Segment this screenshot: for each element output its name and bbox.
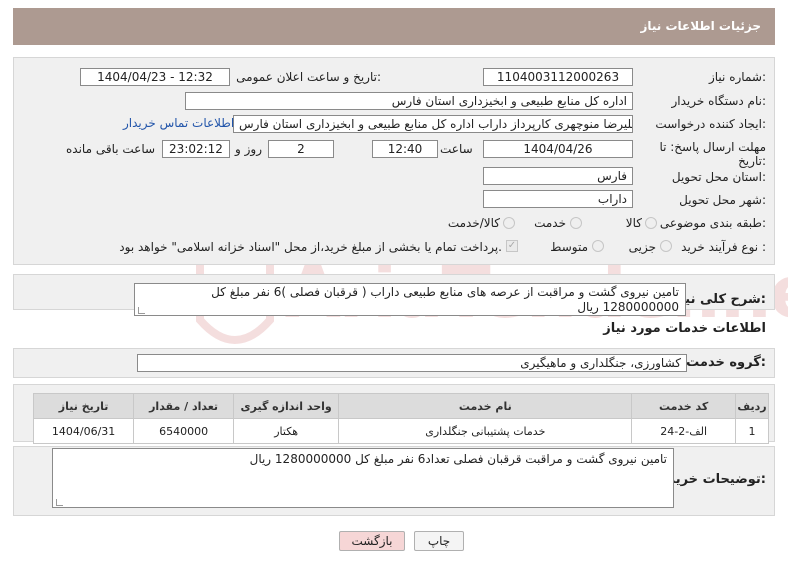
treasury-checkbox[interactable]: ✓ [506,240,518,252]
delivery-province-field: فارس [483,167,633,185]
cell-need-date: 1404/06/31 [32,418,135,444]
delivery-city-field: داراب [483,190,633,208]
treasury-note: پرداخت تمام یا بخشی از مبلغ خرید،از محل … [119,240,502,254]
cell-service-name: خدمات پشتیبانی جنگلداری [338,418,633,444]
header-bar: جزئیات اطلاعات نیاز [13,8,775,45]
col-unit: واحد اندازه گیری [233,393,340,419]
col-service-code: کد خدمت [631,393,736,419]
page-title: جزئیات اطلاعات نیاز [640,19,761,33]
announce-datetime-label: تاریخ و ساعت اعلان عمومی: [236,70,381,84]
announce-datetime-field: 1404/04/23 - 12:32 [80,68,230,86]
deadline-remaining-label: ساعت باقی مانده [66,142,156,156]
summary-resize-handle[interactable] [138,307,145,314]
col-need-date: تاریخ نیاز [32,393,135,419]
purchase-type-medium-label: متوسط [550,240,588,254]
category-goods-label: کالا [625,216,642,230]
purchase-type-minor-radio[interactable] [660,240,672,252]
requester-label: ایجاد کننده درخواست: [655,117,766,131]
buyer-notes-resize-handle[interactable] [56,499,63,506]
deadline-time-field: 12:40 [372,140,438,158]
category-goods-radio[interactable] [645,217,657,229]
service-group-field: کشاورزی، جنگلداری و ماهیگیری [137,354,687,372]
buyer-notes-text: تامین نیروی گشت و مراقبت قرقبان فصلی تعد… [249,452,667,466]
need-number-label: شماره نیاز: [708,70,766,84]
purchase-type-medium-radio[interactable] [592,240,604,252]
buyer-org-field: اداره کل منابع طبیعی و ابخیزداری استان ف… [185,92,633,110]
category-goods-service-radio[interactable] [503,217,515,229]
summary-text: تامین نیروی گشت و مراقبت از عرصه های منا… [211,285,679,314]
deadline-label-line1: مهلت ارسال پاسخ: تا [659,140,766,154]
purchase-type-label: نوع فرآیند خرید : [681,240,766,254]
services-section-title: اطلاعات خدمات مورد نیاز [603,321,766,336]
cell-quantity: 6540000 [133,418,235,444]
deadline-days-label: روز و [235,142,262,156]
deadline-time-label: ساعت [440,142,473,156]
table-row: 1404/06/31 6540000 هکتار خدمات پشتیبانی … [32,418,770,444]
print-button[interactable]: چاپ [414,531,464,551]
requester-field: علیرضا منوچهری کارپرداز داراب اداره کل م… [233,115,633,133]
buyer-contact-link[interactable]: اطلاعات تماس خریدار [123,116,234,130]
category-service-label: خدمت [534,216,566,230]
deadline-remaining-field: 23:02:12 [162,140,230,158]
summary-textarea[interactable]: تامین نیروی گشت و مراقبت از عرصه های منا… [134,283,686,316]
buyer-notes-textarea[interactable]: تامین نیروی گشت و مراقبت قرقبان فصلی تعد… [52,448,674,508]
need-number-field: 1104003112000263 [483,68,633,86]
col-quantity: تعداد / مقدار [133,393,235,419]
category-label: طبقه بندی موضوعی: [659,216,766,230]
delivery-province-label: استان محل تحویل: [671,170,766,184]
service-group-label: گروه خدمت: [686,355,766,370]
items-table-header-row: تاریخ نیاز تعداد / مقدار واحد اندازه گیر… [32,393,770,419]
summary-label: شرح کلی نیاز: [672,292,766,307]
items-table: تاریخ نیاز تعداد / مقدار واحد اندازه گیر… [32,393,770,444]
delivery-city-label: شهر محل تحویل: [679,193,766,207]
need-info-panel [13,57,775,265]
category-goods-service-label: کالا/خدمت [447,216,500,230]
buyer-org-label: نام دستگاه خریدار: [671,94,767,108]
cell-service-code: الف-2-24 [631,418,736,444]
col-service-name: نام خدمت [338,393,633,419]
deadline-label-line2: تاریخ: [738,154,766,168]
cell-unit: هکتار [233,418,340,444]
col-row-number: ردیف [734,393,770,419]
back-button[interactable]: بازگشت [339,531,405,551]
purchase-type-minor-label: جزیی [628,240,656,254]
deadline-days-field: 2 [268,140,334,158]
deadline-date-field: 1404/04/26 [483,140,633,158]
category-service-radio[interactable] [570,217,582,229]
cell-row-number: 1 [734,418,770,444]
